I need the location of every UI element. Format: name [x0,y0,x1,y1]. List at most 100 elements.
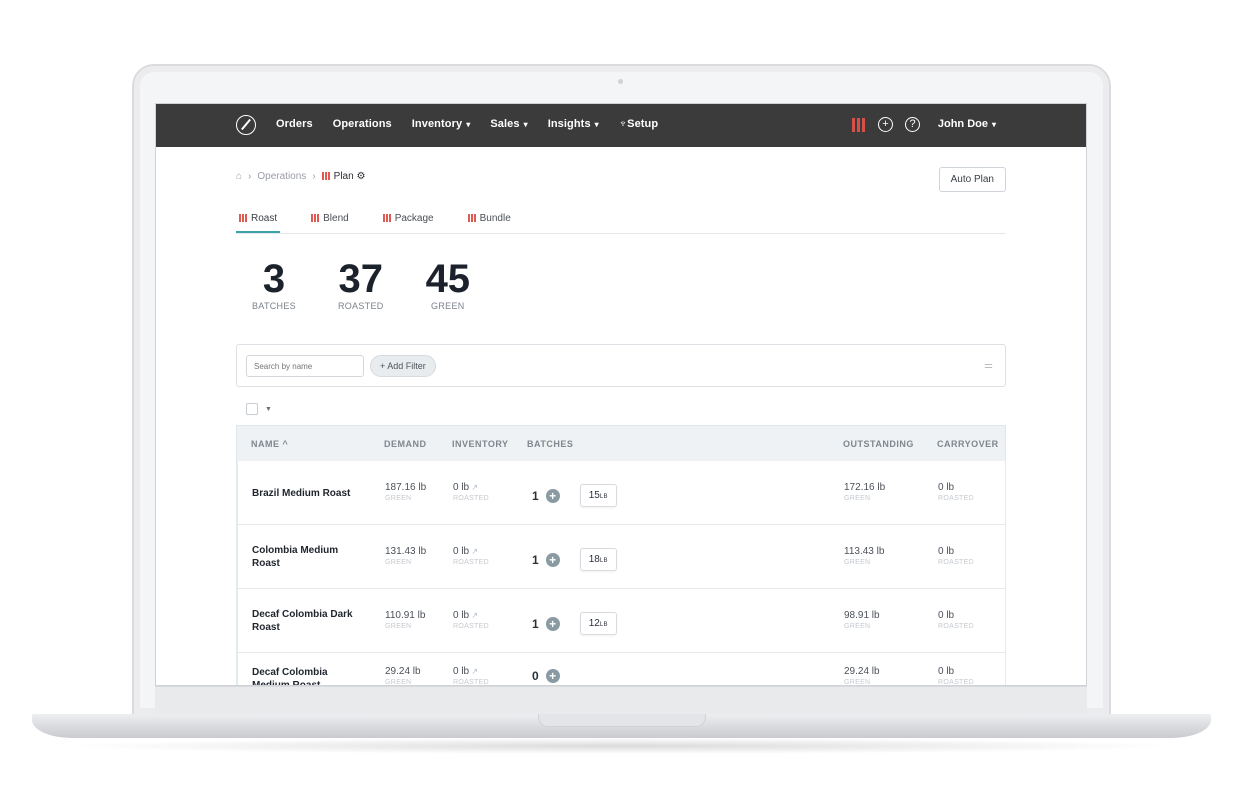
column-settings-icon[interactable]: ⚌ [984,360,995,371]
table-row[interactable]: Colombia Medium Roast 131.43 lb GREEN 0 l… [236,525,1006,589]
nav-orders[interactable]: Orders [276,118,313,130]
add-batch-icon[interactable]: + [545,616,560,631]
nav-insights[interactable]: Insights ▾ [548,118,599,130]
demand-cell: 29.24 lb GREEN [385,666,421,686]
header-carryover[interactable]: CARRYOVER [937,439,999,449]
outstanding-cell: 98.91 lb GREEN [844,610,880,630]
outstanding-cell: 113.43 lb GREEN [844,546,885,566]
bulk-select: ▼ [246,403,272,415]
search-input[interactable] [246,355,364,377]
stat-batches: 3 BATCHES [252,257,296,311]
chevron-down-icon[interactable]: ▼ [265,406,272,413]
user-menu[interactable]: John Doe ▾ [938,118,996,130]
tab-blend[interactable]: Blend [308,210,352,233]
plan-icon [382,214,392,222]
batches-cell: 1 + 12LB [532,612,617,635]
carryover-cell: 0 lb ROASTED [938,482,974,502]
plan-table: NAME ^ DEMAND INVENTORY BATCHES OUTSTAND… [236,425,1006,686]
product-name: Brazil Medium Roast [252,488,351,499]
batches-cell: 0 + [532,669,560,683]
batch-size-chip[interactable]: 12LB [579,612,617,635]
plan-icon [311,214,321,222]
nav-menu: Orders Operations Inventory ▾ Sales ▾ Insi… [276,118,658,130]
chevron-down-icon: ▾ [991,120,996,129]
camera-dot [618,79,623,84]
app-screen: Orders Operations Inventory ▾ Sales ▾ Insi… [155,103,1087,686]
tab-bundle[interactable]: Bundle [465,210,514,233]
batches-cell: 1 + 18LB [532,548,617,571]
nav-icons: + ? [852,117,920,132]
inventory-cell: 0 lb ↗ ROASTED [453,482,489,502]
auto-plan-button[interactable]: Auto Plan [938,167,1006,192]
home-icon[interactable]: ⌂ [236,171,242,182]
top-nav: Orders Operations Inventory ▾ Sales ▾ Insi… [156,104,1086,147]
trophy-icon: ♆ [618,118,628,130]
plan-icon[interactable] [852,117,866,132]
table-row[interactable]: Decaf Colombia Dark Roast 110.91 lb GREEN… [236,589,1006,653]
header-name[interactable]: NAME ^ [251,439,288,449]
header-outstanding[interactable]: OUTSTANDING [843,439,914,449]
tab-roast[interactable]: Roast [236,210,281,233]
help-circle-icon[interactable]: ? [905,117,920,132]
add-batch-icon[interactable]: + [545,488,560,503]
outstanding-cell: 29.24 lb GREEN [844,666,880,686]
laptop-chin [155,686,1087,714]
select-all-checkbox[interactable] [246,403,258,415]
sort-icon: ^ [282,439,289,449]
summary-stats: 3 BATCHES 37 ROASTED 45 GREEN [252,259,470,311]
carryover-cell: 0 lb ROASTED [938,546,974,566]
batch-size-chip[interactable]: 18LB [579,548,617,571]
external-link-icon[interactable]: ↗ [469,667,478,676]
header-demand[interactable]: DEMAND [384,439,427,449]
product-name: Decaf Colombia Medium Roast [252,667,328,686]
external-link-icon[interactable]: ↗ [469,483,478,492]
inventory-cell: 0 lb ↗ ROASTED [453,666,489,686]
plan-tabs: Roast Blend Package Bundle [236,210,1006,234]
table-row[interactable]: Decaf Colombia Medium Roast 29.24 lb GREE… [236,653,1006,686]
nav-setup[interactable]: ♆Setup [619,118,658,130]
chevron-down-icon: ▾ [594,120,599,129]
external-link-icon[interactable]: ↗ [469,611,478,620]
demand-cell: 187.16 lb GREEN [385,482,427,502]
nav-operations[interactable]: Operations [333,118,392,130]
laptop-notch [538,714,706,727]
external-link-icon[interactable]: ↗ [469,547,478,556]
header-inventory[interactable]: INVENTORY [452,439,509,449]
add-circle-icon[interactable]: + [878,117,893,132]
chevron-down-icon: ▾ [466,120,471,129]
filter-bar: + Add Filter ⚌ [236,344,1006,387]
add-filter-button[interactable]: + Add Filter [370,355,436,377]
nav-inventory[interactable]: Inventory ▾ [412,118,471,130]
chevron-down-icon: ▾ [523,120,528,129]
inventory-cell: 0 lb ↗ ROASTED [453,546,489,566]
add-batch-icon[interactable]: + [545,552,560,567]
breadcrumb-current: Plan ⚙ [321,171,365,182]
nav-sales[interactable]: Sales ▾ [490,118,527,130]
plan-icon [467,214,477,222]
breadcrumb: ⌂ › Operations › Plan ⚙ [236,171,365,182]
breadcrumb-separator-icon: › [248,171,252,182]
add-batch-icon[interactable]: + [545,669,560,683]
header-batches[interactable]: BATCHES [527,439,573,449]
demand-cell: 110.91 lb GREEN [385,610,426,630]
breadcrumb-operations[interactable]: Operations [257,171,306,182]
outstanding-cell: 172.16 lb GREEN [844,482,886,502]
table-header: NAME ^ DEMAND INVENTORY BATCHES OUTSTAND… [236,425,1006,461]
carryover-cell: 0 lb ROASTED [938,666,974,686]
laptop-shadow [60,738,1183,754]
product-name: Colombia Medium Roast [252,545,339,569]
stat-green: 45 GREEN [425,257,471,311]
batch-size-chip[interactable]: 15LB [579,484,617,507]
batches-cell: 1 + 15LB [532,484,617,507]
breadcrumb-separator-icon: › [312,171,316,182]
stat-roasted: 37 ROASTED [337,257,384,311]
demand-cell: 131.43 lb GREEN [385,546,427,566]
settings-icon[interactable]: ⚙ [356,171,365,182]
tab-package[interactable]: Package [380,210,437,233]
inventory-cell: 0 lb ↗ ROASTED [453,610,489,630]
product-name: Decaf Colombia Dark Roast [252,609,353,633]
plan-icon [321,172,331,180]
logo-icon[interactable] [236,115,256,135]
plan-icon [239,214,248,222]
table-row[interactable]: Brazil Medium Roast 187.16 lb GREEN 0 lb … [236,461,1006,525]
